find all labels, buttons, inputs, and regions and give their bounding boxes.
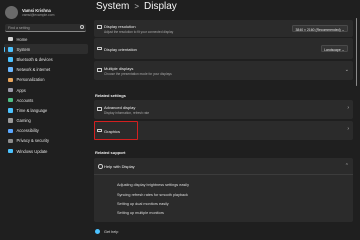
display-orientation-row: Display orientation Landscape ⌄ (94, 38, 353, 59)
sidebar-item-accessibility[interactable]: Accessibility (4, 126, 88, 136)
support-link[interactable]: Syncing refresh rates for smooth playbac… (117, 193, 188, 197)
orientation-icon (97, 46, 102, 50)
support-link[interactable]: Adjusting display brightness settings ea… (117, 183, 189, 187)
system-icon (8, 47, 13, 52)
breadcrumb: System > Display (96, 1, 177, 12)
advanced-display-subtitle: Display information, refresh rate (104, 111, 150, 115)
sidebar-item-home[interactable]: Home (4, 34, 88, 44)
breadcrumb-separator: > (134, 2, 140, 11)
gaming-icon (8, 118, 13, 123)
sidebar-item-label: Bluetooth & devices (16, 56, 53, 62)
scrollbar[interactable] (356, 18, 357, 86)
sidebar-item-label: Home (16, 36, 28, 42)
multiple-displays-row[interactable]: Multiple displays Choose the presentatio… (94, 61, 353, 80)
sidebar-item-privacy[interactable]: Privacy & security (4, 136, 88, 146)
sidebar-item-label: Privacy & security (16, 138, 50, 144)
search-placeholder: Find a setting (8, 26, 30, 30)
get-help-link[interactable]: Get help (95, 229, 118, 234)
divider (94, 174, 353, 175)
advanced-display-title: Advanced display (104, 105, 136, 110)
sidebar-item-personalization[interactable]: Personalization (4, 75, 88, 85)
display-resolution-row: Display resolution Adjust the resolution… (94, 20, 353, 37)
resolution-icon (97, 25, 102, 29)
chevron-right-icon: › (347, 105, 349, 111)
multiple-displays-title: Multiple displays (104, 66, 134, 71)
apps-icon (8, 87, 13, 93)
shield-icon (8, 138, 13, 144)
chevron-down-icon: ⌄ (344, 67, 349, 73)
sidebar-item-gaming[interactable]: Gaming (4, 116, 88, 126)
sidebar-item-label: Network & internet (16, 67, 51, 73)
bluetooth-icon (8, 57, 13, 62)
accessibility-icon (8, 128, 13, 134)
chevron-up-icon[interactable]: ⌃ (345, 163, 349, 169)
sidebar-item-label: Apps (16, 87, 26, 93)
user-email: vamsi@example.com (22, 13, 55, 17)
orientation-value: Landscape (324, 47, 341, 52)
sidebar-item-label: Gaming (16, 118, 31, 124)
display-resolution-title: Display resolution (104, 24, 136, 29)
sidebar-item-apps[interactable]: Apps (4, 85, 88, 95)
nav-list: Home System Bluetooth & devices Network … (4, 34, 88, 156)
avatar (5, 6, 18, 19)
sidebar-item-label: System (16, 46, 31, 52)
clock-icon (8, 108, 13, 113)
orientation-dropdown[interactable]: Landscape ⌄ (320, 45, 348, 52)
network-icon (8, 67, 13, 72)
brush-icon (8, 77, 13, 83)
display-orientation-title: Display orientation (104, 46, 137, 52)
display-resolution-subtitle: Adjust the resolution to fit your connec… (104, 30, 174, 34)
update-icon (8, 148, 13, 154)
get-help-label: Get help (104, 229, 119, 234)
help-icon (95, 229, 100, 234)
sidebar-item-time-language[interactable]: Time & language (4, 105, 88, 115)
search-input[interactable]: Find a setting (5, 24, 86, 32)
sidebar: Vamsi Krishna vamsi@example.com Find a s… (0, 0, 90, 240)
page-title: Display (144, 1, 177, 12)
support-link[interactable]: Setting up dual monitors easily (117, 202, 169, 206)
sidebar-item-network[interactable]: Network & internet (4, 65, 88, 75)
sidebar-item-label: Accounts (16, 97, 34, 103)
search-icon (80, 25, 84, 29)
sidebar-item-label: Time & language (16, 107, 48, 113)
support-link[interactable]: Setting up multiple monitors (117, 211, 164, 215)
multiple-displays-subtitle: Choose the presentation mode for your di… (104, 72, 172, 76)
resolution-dropdown[interactable]: 3840 × 2160 (Recommended) ⌄ (292, 25, 348, 32)
multiple-displays-icon (97, 68, 102, 72)
sidebar-item-label: Windows Update (16, 148, 48, 154)
help-with-display-title[interactable]: Help with Display (104, 164, 135, 169)
chevron-right-icon: › (347, 126, 349, 132)
sidebar-item-system[interactable]: System (4, 44, 88, 55)
resolution-value: 3840 × 2160 (Recommended) (295, 27, 341, 32)
sidebar-item-bluetooth[interactable]: Bluetooth & devices (4, 54, 88, 64)
main-content: System > Display Display resolution Adjust… (91, 0, 360, 240)
home-icon (8, 36, 13, 42)
user-profile[interactable]: Vamsi Krishna vamsi@example.com (5, 6, 54, 19)
sidebar-item-label: Accessibility (16, 128, 39, 134)
advanced-display-row[interactable]: Advanced display Display information, re… (94, 100, 353, 119)
sidebar-item-label: Personalization (16, 77, 45, 83)
chevron-down-icon: ⌄ (341, 47, 345, 52)
related-settings-heading: Related settings (95, 93, 126, 98)
breadcrumb-parent[interactable]: System (96, 1, 129, 12)
sidebar-item-windows-update[interactable]: Windows Update (4, 146, 88, 156)
globe-icon (98, 164, 103, 169)
sidebar-item-accounts[interactable]: Accounts (4, 95, 88, 105)
advanced-display-icon (97, 107, 102, 111)
accounts-icon (8, 97, 13, 103)
chevron-down-icon: ⌄ (341, 27, 345, 32)
highlight-box (94, 121, 138, 140)
related-support-heading: Related support (95, 150, 126, 155)
